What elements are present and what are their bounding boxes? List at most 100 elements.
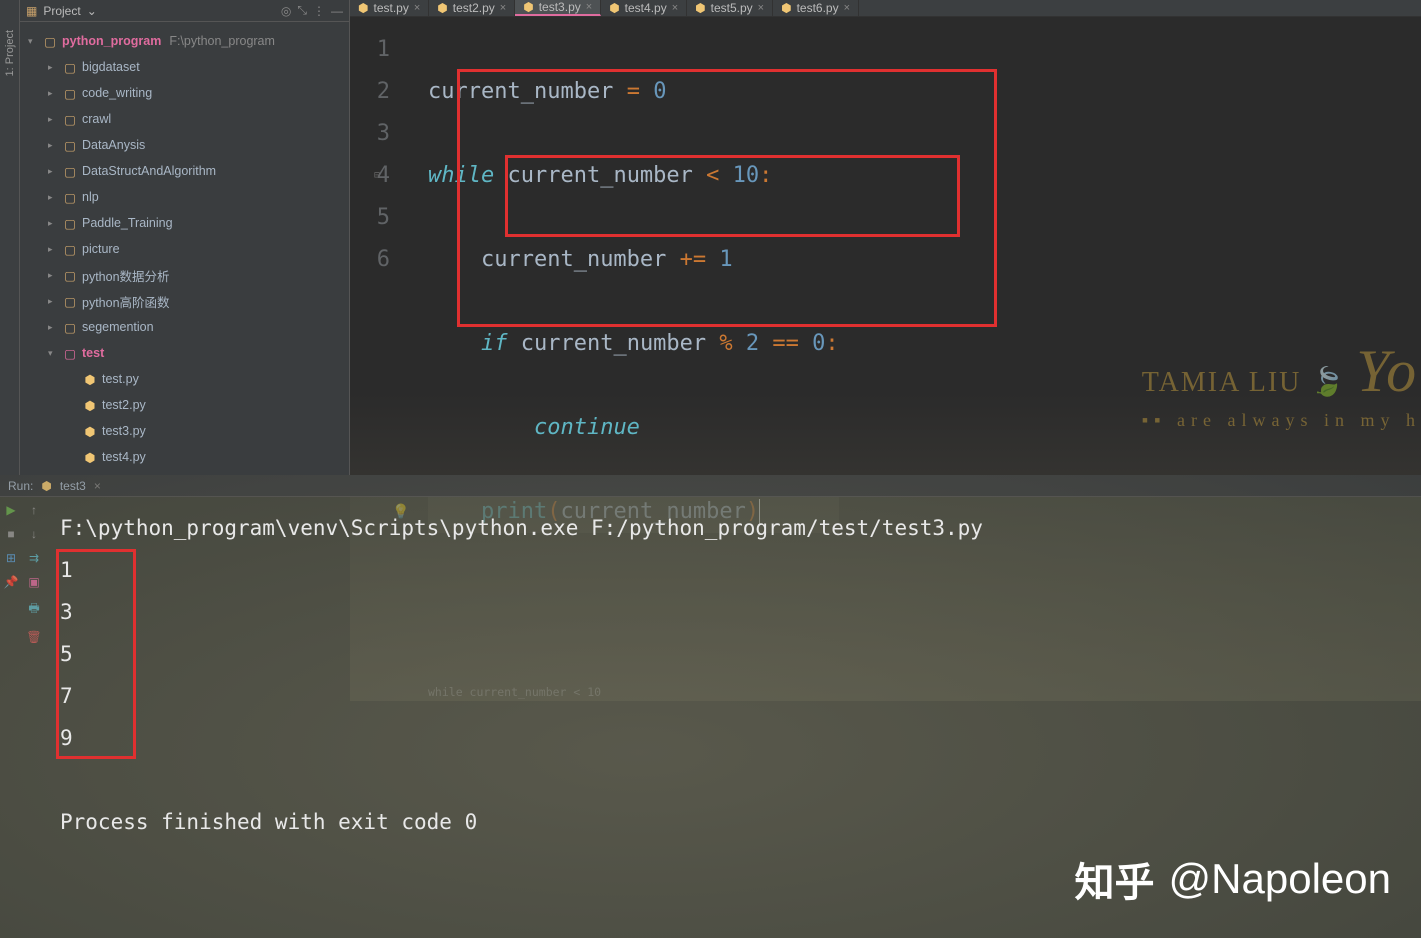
project-tree[interactable]: ▾ ▢ python_program F:\python_program ▸ ▢…	[20, 22, 349, 475]
chevron-down-icon[interactable]: ⌄	[87, 4, 97, 18]
tree-folder-label: test	[82, 346, 104, 360]
folder-icon: ▢	[62, 86, 78, 101]
chevron-right-icon[interactable]: ▸	[48, 218, 58, 229]
scroll-icon[interactable]: ▣	[28, 575, 39, 589]
tree-folder[interactable]: ▸ ▢ DataAnysis	[20, 132, 349, 158]
folder-icon: ▢	[62, 242, 78, 257]
line-number: 5	[350, 197, 390, 239]
python-icon: ⬢	[695, 1, 705, 15]
project-header-label: Project	[43, 4, 80, 18]
run-tab-label[interactable]: test3	[60, 479, 86, 493]
stop-icon[interactable]: ■	[7, 527, 14, 541]
tree-folder-label: python数据分析	[82, 266, 170, 285]
zhihu-watermark: 知乎 @Napoleon	[1075, 850, 1391, 908]
tree-folder[interactable]: ▸ ▢ nlp	[20, 184, 349, 210]
chevron-right-icon[interactable]: ▸	[48, 88, 58, 99]
close-icon[interactable]: ×	[414, 2, 420, 14]
tree-file[interactable]: ⬢ test4.py	[20, 444, 349, 470]
console-line: 3	[60, 591, 1407, 633]
tree-folder[interactable]: ▸ ▢ bigdataset	[20, 54, 349, 80]
layout-icon[interactable]: ⊞	[6, 551, 16, 565]
tree-folder-label: nlp	[82, 190, 99, 204]
editor-tab[interactable]: ⬢ test6.py ×	[773, 0, 859, 16]
python-icon: ⬢	[82, 424, 98, 439]
tab-label: test4.py	[625, 1, 667, 15]
console-command: F:\python_program\venv\Scripts\python.ex…	[60, 507, 1407, 549]
close-icon[interactable]: ×	[844, 2, 850, 14]
down-arrow-icon[interactable]: ↓	[31, 527, 37, 541]
chevron-right-icon[interactable]: ▸	[48, 192, 58, 203]
tree-folder-label: segemention	[82, 320, 154, 334]
tree-folder-label: python高阶函数	[82, 292, 170, 311]
tree-folder[interactable]: ▸ ▢ picture	[20, 236, 349, 262]
tree-folder-label: DataStructAndAlgorithm	[82, 164, 216, 178]
tree-file[interactable]: ⬢ test2.py	[20, 392, 349, 418]
tree-file-label: test3.py	[102, 424, 146, 438]
close-icon[interactable]: ×	[758, 2, 764, 14]
close-icon[interactable]: ×	[94, 479, 101, 493]
chevron-right-icon[interactable]: ▸	[48, 140, 58, 151]
close-icon[interactable]: ×	[500, 2, 506, 14]
trash-icon[interactable]: 🗑	[26, 630, 41, 644]
chevron-right-icon[interactable]: ▸	[48, 244, 58, 255]
editor-tab[interactable]: ⬢ test2.py ×	[429, 0, 515, 16]
chevron-right-icon[interactable]: ▸	[48, 166, 58, 177]
run-toolbar-left: ▶ ■ ⊞ 📌	[0, 497, 22, 938]
tree-folder-label: bigdataset	[82, 60, 140, 74]
folder-icon: ▢	[62, 320, 78, 335]
editor-tab[interactable]: ⬢ test4.py ×	[601, 0, 687, 16]
console-line: 5	[60, 633, 1407, 675]
tree-folder[interactable]: ▸ ▢ python高阶函数	[20, 288, 349, 314]
project-tab-label[interactable]: 1: Project	[4, 30, 16, 76]
folder-icon: ▢	[62, 216, 78, 231]
play-icon[interactable]: ▶	[6, 503, 15, 517]
chevron-right-icon[interactable]: ▸	[48, 114, 58, 125]
line-number: 6	[350, 239, 390, 281]
close-icon[interactable]: ×	[586, 1, 592, 13]
python-icon: ⬢	[781, 1, 791, 15]
print-icon[interactable]: 🖶	[28, 599, 39, 620]
chevron-right-icon[interactable]: ▸	[48, 322, 58, 333]
chevron-down-icon[interactable]: ▾	[48, 348, 58, 359]
collapse-icon[interactable]: ⤡	[297, 3, 307, 18]
target-icon[interactable]: ◎	[281, 4, 291, 18]
editor-tab[interactable]: ⬢ test5.py ×	[687, 0, 773, 16]
tree-folder-label: crawl	[82, 112, 111, 126]
chevron-down-icon[interactable]: ▾	[28, 36, 38, 47]
tree-folder[interactable]: ▸ ▢ Paddle_Training	[20, 210, 349, 236]
up-arrow-icon[interactable]: ↑	[31, 503, 37, 517]
tree-folder-test[interactable]: ▾ ▢ test	[20, 340, 349, 366]
tree-folder[interactable]: ▸ ▢ crawl	[20, 106, 349, 132]
fold-icon[interactable]: ⊟	[374, 155, 380, 197]
tree-folder[interactable]: ▸ ▢ python数据分析	[20, 262, 349, 288]
editor-tab[interactable]: ⬢ test3.py ×	[515, 0, 601, 16]
console-exit: Process finished with exit code 0	[60, 801, 1407, 843]
python-icon: ⬢	[358, 1, 368, 15]
pin-icon[interactable]: 📌	[4, 575, 19, 589]
python-icon: ⬢	[437, 1, 447, 15]
close-icon[interactable]: ×	[672, 2, 678, 14]
tree-root[interactable]: ▾ ▢ python_program F:\python_program	[20, 28, 349, 54]
wrap-icon[interactable]: ⇉	[29, 551, 39, 565]
python-icon: ⬢	[82, 450, 98, 465]
editor-tab[interactable]: ⬢ test.py ×	[350, 0, 429, 16]
chevron-right-icon[interactable]: ▸	[48, 62, 58, 73]
tab-label: test6.py	[797, 1, 839, 15]
tree-folder[interactable]: ▸ ▢ code_writing	[20, 80, 349, 106]
line-number: 3	[350, 113, 390, 155]
more-icon[interactable]: ⋮	[313, 4, 325, 18]
tree-folder[interactable]: ▸ ▢ segemention	[20, 314, 349, 340]
chevron-right-icon[interactable]: ▸	[48, 270, 58, 281]
folder-icon: ▢	[62, 294, 78, 309]
run-panel-header: Run: ⬢ test3 ×	[0, 475, 1421, 497]
tool-window-bar[interactable]: 1: Project	[0, 0, 20, 475]
hide-icon[interactable]: —	[331, 4, 343, 18]
tree-folder[interactable]: ▸ ▢ DataStructAndAlgorithm	[20, 158, 349, 184]
chevron-right-icon[interactable]: ▸	[48, 296, 58, 307]
background-watermark: TAMIA LIU 🍃 Yo ▪▪ are always in my h	[1142, 337, 1421, 431]
tree-root-path: F:\python_program	[169, 34, 275, 48]
tree-file[interactable]: ⬢ test3.py	[20, 418, 349, 444]
folder-icon: ▢	[62, 60, 78, 75]
tab-label: test2.py	[453, 1, 495, 15]
tree-file[interactable]: ⬢ test.py	[20, 366, 349, 392]
